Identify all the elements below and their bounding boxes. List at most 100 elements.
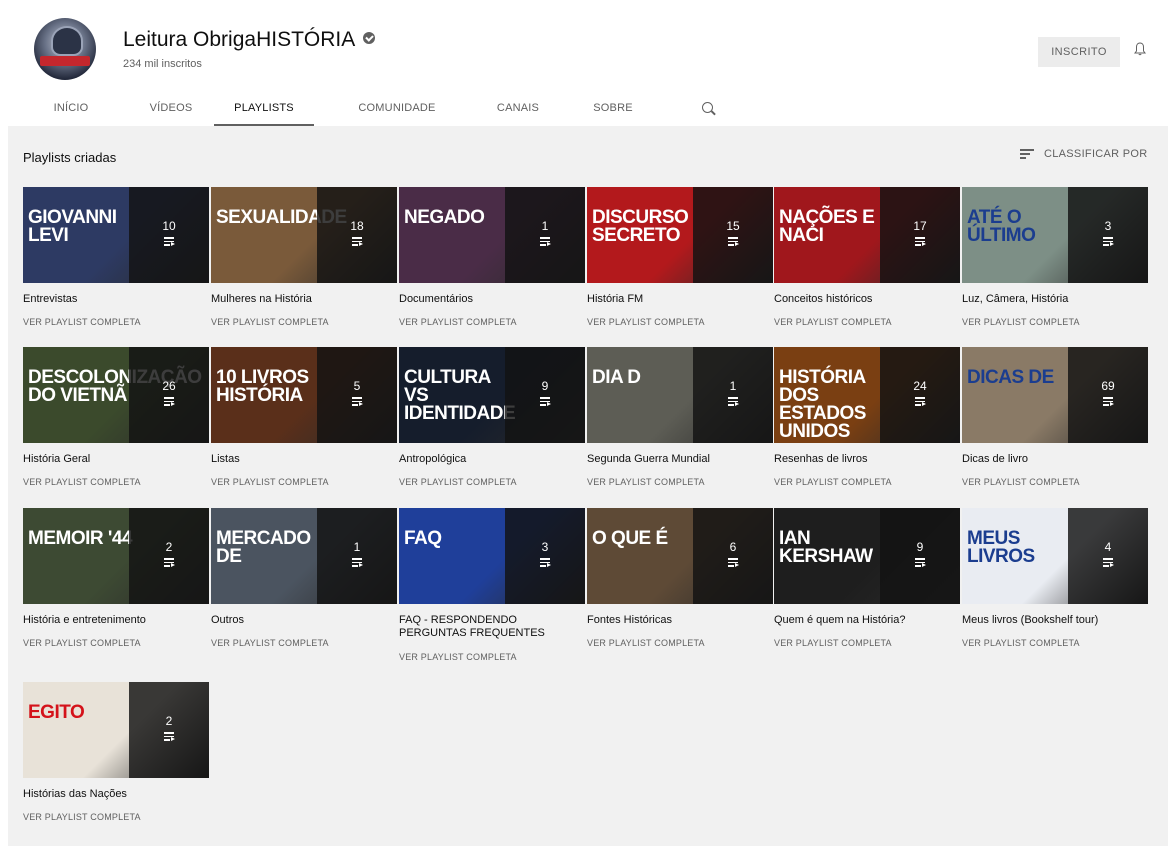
sort-button[interactable]: CLASSIFICAR POR: [1020, 148, 1148, 160]
playlist-card[interactable]: DIA D 1 Segunda Guerra Mundial VER PLAYLIST…: [587, 347, 773, 487]
playlist-card[interactable]: DICAS DE 69 Dicas de livro VER PLAYLIST COM…: [962, 347, 1148, 487]
playlist-thumbnail[interactable]: ATÉ O ÚLTIMO 3: [962, 187, 1148, 283]
playlist-card[interactable]: EGITO 2 Histórias das Nações VER PLAYLIST C…: [23, 682, 209, 822]
channel-tabs: INÍCIO VÍDEOS PLAYLISTS COMUNIDADE CANAI…: [8, 90, 768, 126]
playlist-thumbnail[interactable]: DESCOLONIZAÇÃO DO VIETNÃ 26: [23, 347, 209, 443]
playlist-title[interactable]: Luz, Câmera, História: [962, 293, 1148, 306]
playlist-card[interactable]: DISCURSO SECRETO 15 História FM VER PLAYLIS…: [587, 187, 773, 327]
playlist-title[interactable]: Fontes Históricas: [587, 614, 773, 627]
playlist-title[interactable]: História Geral: [23, 453, 209, 466]
playlist-thumbnail[interactable]: FAQ 3: [399, 508, 585, 604]
playlist-card[interactable]: NAÇÕES E NACI 17 Conceitos históricos VER P…: [774, 187, 960, 327]
playlist-title[interactable]: Segunda Guerra Mundial: [587, 453, 773, 466]
playlist-card[interactable]: GIOVANNI LEVI 10 Entrevistas VER PLAYLIST C…: [23, 187, 209, 327]
view-full-playlist-link[interactable]: VER PLAYLIST COMPLETA: [962, 477, 1080, 487]
playlist-title[interactable]: História FM: [587, 293, 773, 306]
playlist-thumbnail[interactable]: NEGADO 1: [399, 187, 585, 283]
video-count: 69: [1101, 379, 1115, 393]
view-full-playlist-link[interactable]: VER PLAYLIST COMPLETA: [211, 317, 329, 327]
playlist-card[interactable]: CULTURA VS IDENTIDADE 9 Antropológica VER P…: [399, 347, 585, 487]
playlist-title[interactable]: Conceitos históricos: [774, 293, 960, 306]
view-full-playlist-link[interactable]: VER PLAYLIST COMPLETA: [587, 317, 705, 327]
playlist-title[interactable]: Quem é quem na História?: [774, 614, 960, 627]
playlist-card[interactable]: DESCOLONIZAÇÃO DO VIETNÃ 26 História Geral…: [23, 347, 209, 487]
playlist-thumbnail[interactable]: MERCADO DE 1: [211, 508, 397, 604]
view-full-playlist-link[interactable]: VER PLAYLIST COMPLETA: [774, 638, 892, 648]
playlist-thumbnail[interactable]: GIOVANNI LEVI 10: [23, 187, 209, 283]
playlist-thumbnail[interactable]: NAÇÕES E NACI 17: [774, 187, 960, 283]
playlist-card[interactable]: ATÉ O ÚLTIMO 3 Luz, Câmera, História VER PL…: [962, 187, 1148, 327]
playlist-title[interactable]: Resenhas de livros: [774, 453, 960, 466]
tab-videos[interactable]: VÍDEOS: [143, 90, 199, 126]
playlist-title[interactable]: História e entretenimento: [23, 614, 209, 627]
view-full-playlist-link[interactable]: VER PLAYLIST COMPLETA: [587, 477, 705, 487]
playlist-card[interactable]: O QUE É 6 Fontes Históricas VER PLAYLIST CO…: [587, 508, 773, 648]
playlist-card[interactable]: SEXUALIDADE 18 Mulheres na História VER PLA…: [211, 187, 397, 327]
playlist-thumbnail[interactable]: MEMOIR '44 2: [23, 508, 209, 604]
playlist-thumbnail[interactable]: IAN KERSHAW 9: [774, 508, 960, 604]
tab-inicio[interactable]: INÍCIO: [46, 90, 96, 126]
playlist-title[interactable]: Documentários: [399, 293, 585, 306]
view-full-playlist-link[interactable]: VER PLAYLIST COMPLETA: [774, 477, 892, 487]
playlist-title[interactable]: Listas: [211, 453, 397, 466]
view-full-playlist-link[interactable]: VER PLAYLIST COMPLETA: [211, 638, 329, 648]
view-full-playlist-link[interactable]: VER PLAYLIST COMPLETA: [23, 477, 141, 487]
bell-icon[interactable]: [1134, 42, 1146, 56]
tab-sobre[interactable]: SOBRE: [590, 90, 636, 126]
playlist-thumbnail[interactable]: DISCURSO SECRETO 15: [587, 187, 773, 283]
playlist-thumbnail[interactable]: DICAS DE 69: [962, 347, 1148, 443]
playlist-card[interactable]: MEMOIR '44 2 História e entretenimento VER …: [23, 508, 209, 648]
playlist-card[interactable]: NEGADO 1 Documentários VER PLAYLIST COMPLET…: [399, 187, 585, 327]
playlist-title[interactable]: Antropológica: [399, 453, 585, 466]
playlist-card[interactable]: MERCADO DE 1 Outros VER PLAYLIST COMPLETA: [211, 508, 397, 648]
playlist-card[interactable]: IAN KERSHAW 9 Quem é quem na História? VER …: [774, 508, 960, 648]
tab-canais[interactable]: CANAIS: [493, 90, 543, 126]
view-full-playlist-link[interactable]: VER PLAYLIST COMPLETA: [962, 317, 1080, 327]
channel-name: Leitura ObrigaHISTÓRIA: [123, 28, 356, 51]
playlist-thumbnail[interactable]: MEUS LIVROS 4: [962, 508, 1148, 604]
tab-playlists[interactable]: PLAYLISTS: [214, 90, 314, 126]
thumbnail-title: ATÉ O ÚLTIMO: [967, 207, 1036, 246]
playlist-thumbnail[interactable]: EGITO 2: [23, 682, 209, 778]
playlist-card[interactable]: HISTÓRIA DOS ESTADOS UNIDOS 24 Resenhas de…: [774, 347, 960, 487]
view-full-playlist-link[interactable]: VER PLAYLIST COMPLETA: [23, 317, 141, 327]
search-icon[interactable]: [702, 102, 713, 113]
playlist-title[interactable]: Histórias das Nações: [23, 788, 209, 801]
view-full-playlist-link[interactable]: VER PLAYLIST COMPLETA: [962, 638, 1080, 648]
playlist-title[interactable]: Meus livros (Bookshelf tour): [962, 614, 1148, 627]
view-full-playlist-link[interactable]: VER PLAYLIST COMPLETA: [399, 652, 517, 662]
playlist-icon: [728, 558, 739, 568]
playlist-count-overlay: 1: [693, 347, 773, 443]
playlist-thumbnail[interactable]: 10 LIVROS HISTÓRIA 5: [211, 347, 397, 443]
playlist-thumbnail[interactable]: HISTÓRIA DOS ESTADOS UNIDOS 24: [774, 347, 960, 443]
view-full-playlist-link[interactable]: VER PLAYLIST COMPLETA: [23, 812, 141, 822]
view-full-playlist-link[interactable]: VER PLAYLIST COMPLETA: [587, 638, 705, 648]
playlist-title[interactable]: Mulheres na História: [211, 293, 397, 306]
playlist-thumbnail[interactable]: SEXUALIDADE 18: [211, 187, 397, 283]
view-full-playlist-link[interactable]: VER PLAYLIST COMPLETA: [23, 638, 141, 648]
playlist-title[interactable]: Outros: [211, 614, 397, 627]
view-full-playlist-link[interactable]: VER PLAYLIST COMPLETA: [399, 317, 517, 327]
playlist-thumbnail[interactable]: DIA D 1: [587, 347, 773, 443]
playlist-count-overlay: 2: [129, 508, 209, 604]
playlist-icon: [915, 558, 926, 568]
view-full-playlist-link[interactable]: VER PLAYLIST COMPLETA: [399, 477, 517, 487]
playlist-title[interactable]: Dicas de livro: [962, 453, 1148, 466]
playlist-card[interactable]: FAQ 3 FAQ - RESPONDENDO PERGUNTAS FREQUENT…: [399, 508, 585, 662]
video-count: 9: [541, 379, 549, 393]
playlist-count-overlay: 24: [880, 347, 960, 443]
tab-comunidade[interactable]: COMUNIDADE: [354, 90, 440, 126]
channel-avatar[interactable]: [34, 18, 96, 80]
playlist-title[interactable]: Entrevistas: [23, 293, 209, 306]
playlist-thumbnail[interactable]: CULTURA VS IDENTIDADE 9: [399, 347, 585, 443]
thumbnail-title: MERCADO DE: [216, 528, 311, 567]
playlist-card[interactable]: MEUS LIVROS 4 Meus livros (Bookshelf tour)…: [962, 508, 1148, 648]
playlist-card[interactable]: 10 LIVROS HISTÓRIA 5 Listas VER PLAYLIST CO…: [211, 347, 397, 487]
subscribed-button[interactable]: INSCRITO: [1038, 37, 1120, 67]
view-full-playlist-link[interactable]: VER PLAYLIST COMPLETA: [774, 317, 892, 327]
playlist-title[interactable]: FAQ - RESPONDENDO PERGUNTAS FREQUENTES: [399, 614, 585, 640]
video-count: 4: [1104, 540, 1112, 554]
playlist-thumbnail[interactable]: O QUE É 6: [587, 508, 773, 604]
sort-label: CLASSIFICAR POR: [1044, 148, 1148, 160]
view-full-playlist-link[interactable]: VER PLAYLIST COMPLETA: [211, 477, 329, 487]
